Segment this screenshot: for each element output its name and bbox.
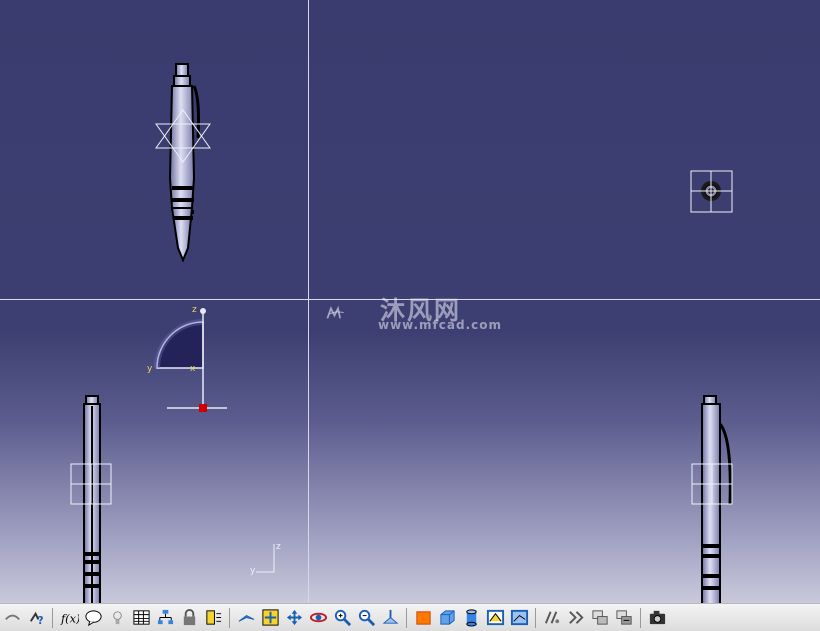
toolbar-separator bbox=[406, 607, 407, 628]
sketch-axis-compass[interactable]: z y x bbox=[145, 300, 235, 415]
svg-text:?: ? bbox=[37, 615, 43, 627]
watermark-logo-icon bbox=[326, 305, 344, 319]
pen-end-view[interactable] bbox=[690, 170, 734, 214]
triad-y-label: y bbox=[250, 566, 256, 576]
layer-icon[interactable] bbox=[589, 607, 611, 629]
view-divider-vertical bbox=[308, 0, 309, 603]
table-icon[interactable] bbox=[130, 607, 152, 629]
compass-x-label: x bbox=[190, 364, 196, 374]
box-view-icon[interactable] bbox=[436, 607, 458, 629]
toolbar-separator bbox=[229, 607, 230, 628]
camera-icon[interactable] bbox=[646, 607, 668, 629]
normal-view-icon[interactable] bbox=[379, 607, 401, 629]
tree-icon[interactable] bbox=[154, 607, 176, 629]
toolbar-separator bbox=[535, 607, 536, 628]
help-icon[interactable]: ? bbox=[25, 607, 47, 629]
pan-icon[interactable] bbox=[283, 607, 305, 629]
star-handle[interactable] bbox=[152, 108, 214, 164]
rotate-icon[interactable] bbox=[307, 607, 329, 629]
svg-text:f(x): f(x) bbox=[60, 611, 79, 625]
grid-icon[interactable] bbox=[202, 607, 224, 629]
axis-triad: z y bbox=[250, 542, 281, 576]
compass-y-label: y bbox=[147, 364, 153, 374]
pen-side-view[interactable] bbox=[70, 394, 114, 603]
layer-filter-icon[interactable] bbox=[613, 607, 635, 629]
fly-icon[interactable] bbox=[235, 607, 257, 629]
bottom-toolbar: ? f(x) bbox=[0, 603, 820, 631]
watermark-url: www.mfcad.com bbox=[378, 318, 502, 332]
cylinder-view-icon[interactable] bbox=[460, 607, 482, 629]
comment-icon[interactable] bbox=[82, 607, 104, 629]
link-icon[interactable] bbox=[1, 607, 23, 629]
zoom-out-icon[interactable] bbox=[355, 607, 377, 629]
3d-viewport[interactable]: z y x z y 沐风网 www.mfcad.com bbox=[0, 0, 820, 603]
iso-view-icon[interactable] bbox=[412, 607, 434, 629]
swap-icon[interactable] bbox=[565, 607, 587, 629]
edges-icon[interactable] bbox=[508, 607, 530, 629]
zoom-in-icon[interactable] bbox=[331, 607, 353, 629]
toolbar-separator bbox=[640, 607, 641, 628]
formula-icon[interactable]: f(x) bbox=[58, 607, 80, 629]
triad-z-label: z bbox=[276, 542, 281, 552]
hide-show-icon[interactable] bbox=[541, 607, 563, 629]
pen-clip-view[interactable] bbox=[688, 394, 736, 603]
shade-icon[interactable] bbox=[484, 607, 506, 629]
toolbar-separator bbox=[52, 607, 53, 628]
lock-icon[interactable] bbox=[178, 607, 200, 629]
fit-all-icon[interactable] bbox=[259, 607, 281, 629]
compass-z-label: z bbox=[192, 305, 197, 315]
light-icon[interactable] bbox=[106, 607, 128, 629]
